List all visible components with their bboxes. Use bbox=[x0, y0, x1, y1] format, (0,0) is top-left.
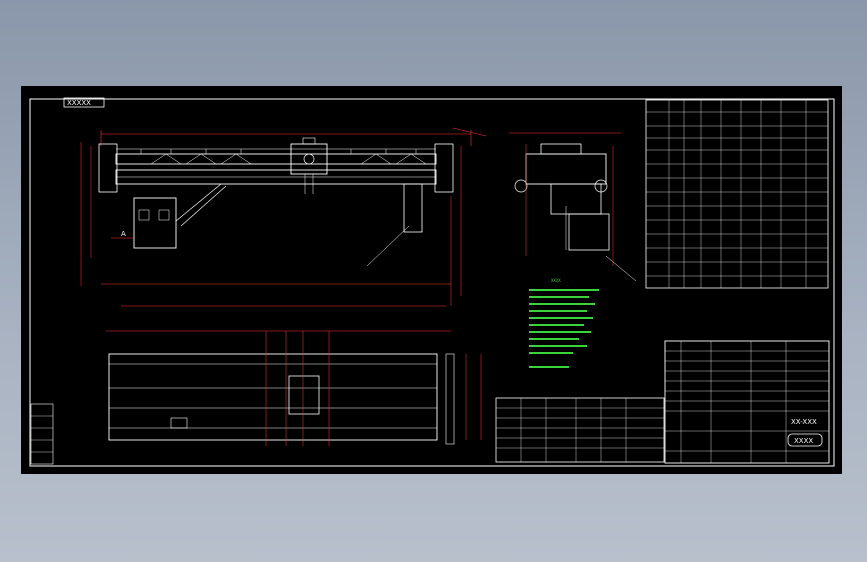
title-block: XX-XXX XXXX bbox=[664, 340, 830, 464]
parameter-table bbox=[645, 99, 829, 289]
revision-block bbox=[30, 403, 54, 465]
title-tag: XXXXX bbox=[67, 99, 91, 107]
notes-title: XXXX bbox=[551, 278, 561, 283]
cad-drawing-viewport[interactable]: XXXXX A XXXX XX-XXX XXXX bbox=[21, 86, 842, 474]
parts-list-table bbox=[495, 397, 665, 463]
crane-drawing-svg: XXXXX A XXXX XX-XXX XXXX bbox=[29, 97, 835, 467]
company-logo: XXXX bbox=[794, 437, 813, 445]
side-elevation-view bbox=[509, 132, 637, 282]
front-elevation-view: A bbox=[80, 127, 487, 307]
plan-view bbox=[106, 330, 482, 446]
sheet-code: XX-XXX bbox=[791, 418, 817, 426]
technical-notes: XXXX bbox=[529, 278, 599, 368]
section-marker-icon: A bbox=[121, 230, 126, 238]
